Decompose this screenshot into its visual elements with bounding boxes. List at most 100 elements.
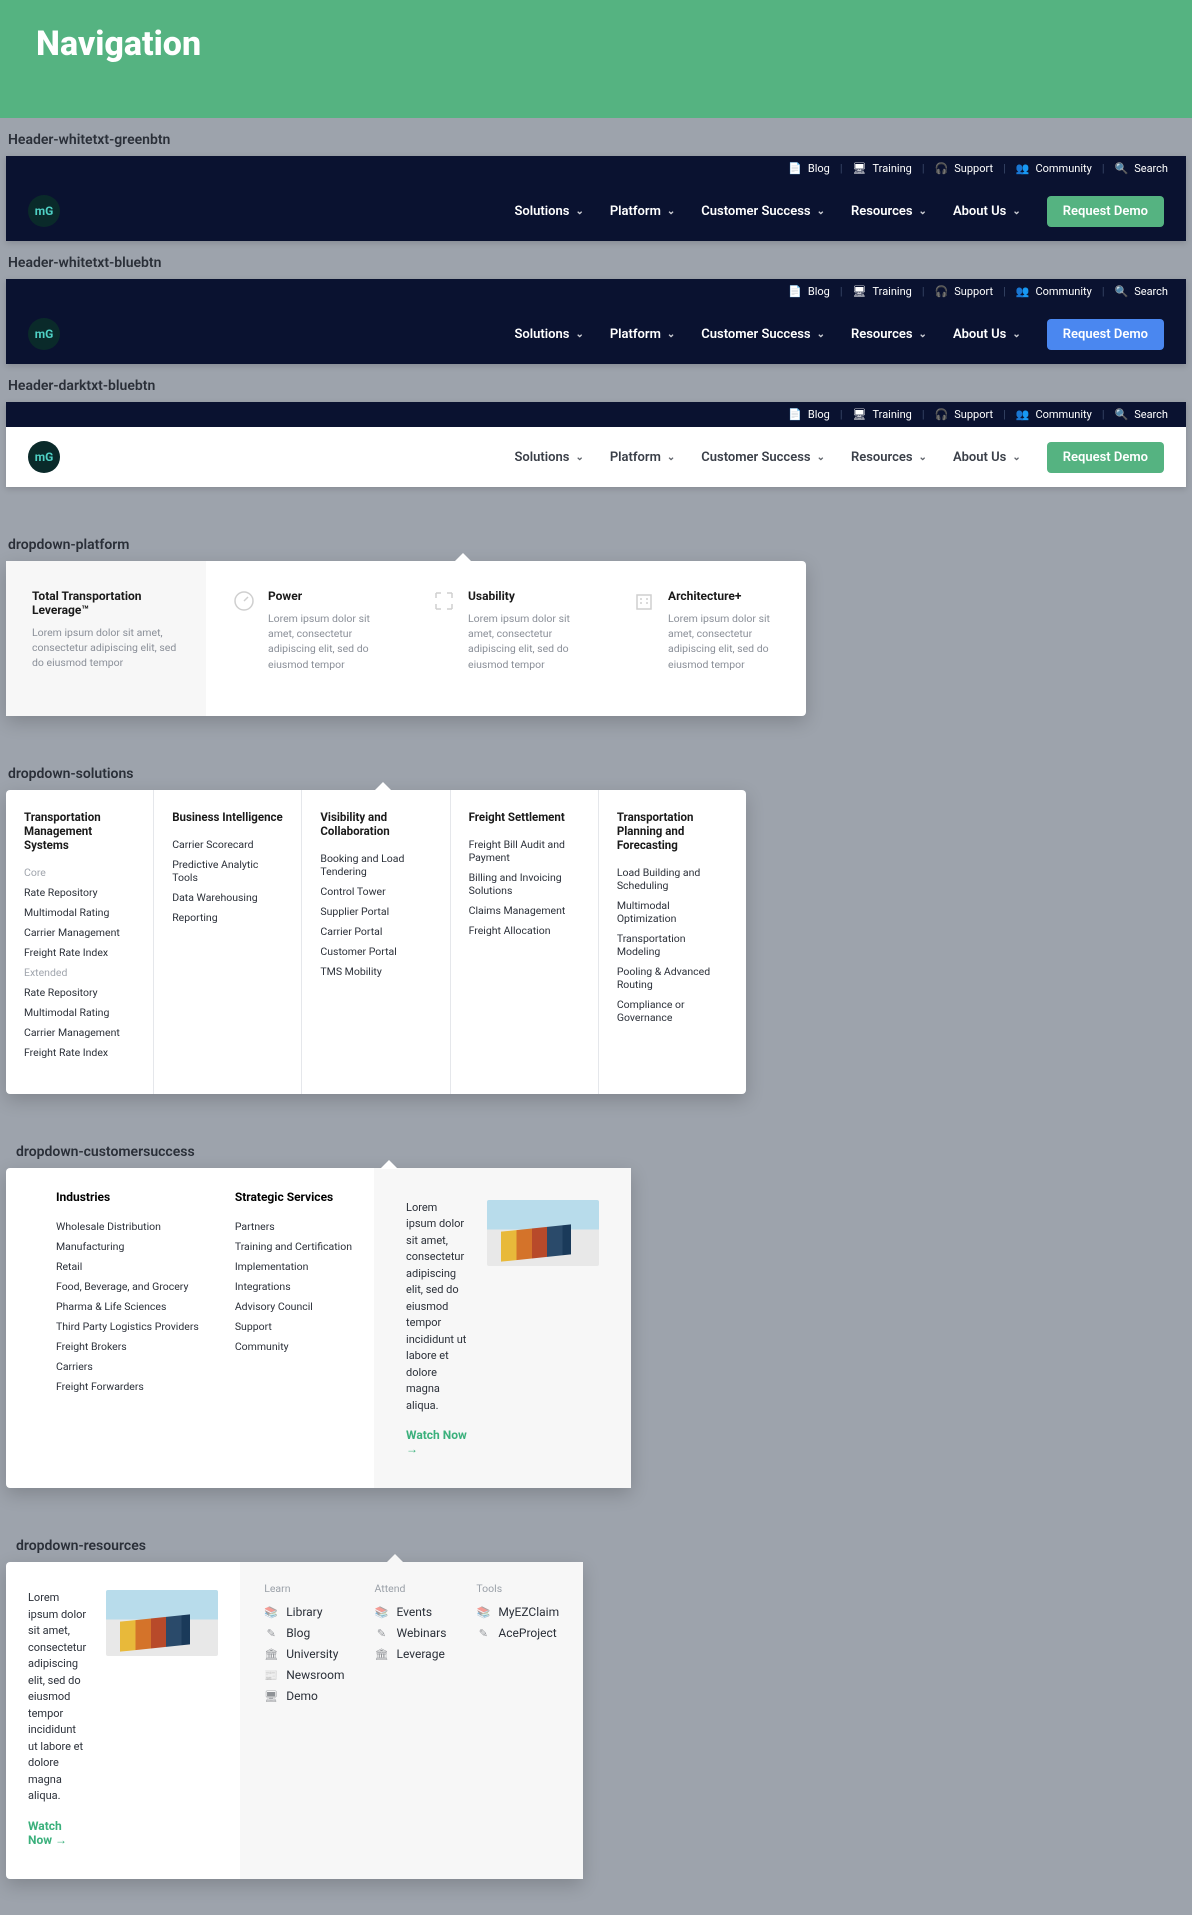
topbar-training[interactable]: 🖥Training bbox=[853, 285, 912, 298]
topbar-blog[interactable]: 📄Blog bbox=[788, 162, 830, 175]
logo[interactable]: mG bbox=[28, 195, 60, 227]
platform-item-ttl[interactable]: Total Transportation Leverage™ Lorem ips… bbox=[6, 561, 206, 716]
menu-link[interactable]: Data Warehousing bbox=[172, 891, 283, 904]
menu-link[interactable]: Freight Allocation bbox=[469, 924, 580, 937]
menu-link[interactable]: Rate Repository bbox=[24, 886, 135, 899]
res-columns: Learn 📚Library✎Blog🏛University📰Newsroom🖥… bbox=[240, 1562, 583, 1879]
nav-about[interactable]: About Us⌄ bbox=[953, 204, 1021, 219]
menu-link[interactable]: Reporting bbox=[172, 911, 283, 924]
menu-link[interactable]: Multimodal Rating bbox=[24, 1006, 135, 1019]
menu-link[interactable]: Carrier Management bbox=[24, 926, 135, 939]
topbar-support[interactable]: 🎧Support bbox=[935, 408, 994, 421]
menu-link[interactable]: Transportation Modeling bbox=[617, 932, 728, 958]
menu-link[interactable]: Partners bbox=[235, 1220, 352, 1233]
nav-customer-success[interactable]: Customer Success⌄ bbox=[701, 327, 825, 342]
menu-link[interactable]: Compliance or Governance bbox=[617, 998, 728, 1024]
nav-solutions[interactable]: Solutions⌄ bbox=[514, 450, 583, 465]
menu-link[interactable]: Predictive Analytic Tools bbox=[172, 858, 283, 884]
menu-link[interactable]: ✎Blog bbox=[264, 1626, 344, 1640]
nav-links: Solutions⌄ Platform⌄ Customer Success⌄ R… bbox=[514, 442, 1164, 473]
menu-link[interactable]: 📚Library bbox=[264, 1605, 344, 1619]
menu-link[interactable]: TMS Mobility bbox=[320, 965, 431, 978]
menu-link[interactable]: 🏛University bbox=[264, 1647, 344, 1661]
menu-link[interactable]: Supplier Portal bbox=[320, 905, 431, 918]
menu-link[interactable]: Carriers bbox=[56, 1360, 199, 1373]
menu-link[interactable]: Carrier Portal bbox=[320, 925, 431, 938]
topbar-training[interactable]: 🖥Training bbox=[853, 408, 912, 421]
menu-link[interactable]: Billing and Invoicing Solutions bbox=[469, 871, 580, 897]
topbar-support[interactable]: 🎧Support bbox=[935, 285, 994, 298]
menu-link[interactable]: 📚MyEZClaim bbox=[476, 1605, 559, 1619]
platform-item-usability[interactable]: Usability Lorem ipsum dolor sit amet, co… bbox=[406, 561, 606, 716]
menu-link[interactable]: Carrier Management bbox=[24, 1026, 135, 1039]
request-demo-button[interactable]: Request Demo bbox=[1047, 319, 1164, 350]
topbar-search[interactable]: 🔍Search bbox=[1115, 162, 1169, 175]
menu-link[interactable]: Retail bbox=[56, 1260, 199, 1273]
topbar-support[interactable]: 🎧Support bbox=[935, 162, 994, 175]
menu-link[interactable]: Integrations bbox=[235, 1280, 352, 1293]
nav-resources[interactable]: Resources⌄ bbox=[851, 204, 927, 219]
menu-link[interactable]: Food, Beverage, and Grocery bbox=[56, 1280, 199, 1293]
menu-link[interactable]: Freight Bill Audit and Payment bbox=[469, 838, 580, 864]
menu-link[interactable]: Booking and Load Tendering bbox=[320, 852, 431, 878]
topbar-blog[interactable]: 📄Blog bbox=[788, 408, 830, 421]
nav-solutions[interactable]: Solutions⌄ bbox=[514, 204, 583, 219]
menu-link[interactable]: 📚Events bbox=[375, 1605, 447, 1619]
dropdown-resources: Lorem ipsum dolor sit amet, consectetur … bbox=[6, 1562, 582, 1879]
menu-link[interactable]: 🖥Demo bbox=[264, 1689, 344, 1703]
menu-link[interactable]: Carrier Scorecard bbox=[172, 838, 283, 851]
nav-platform[interactable]: Platform⌄ bbox=[610, 327, 675, 342]
menu-link[interactable]: Rate Repository bbox=[24, 986, 135, 999]
menu-link[interactable]: Manufacturing bbox=[56, 1240, 199, 1253]
menu-link[interactable]: 🏛Leverage bbox=[375, 1647, 447, 1661]
menu-link[interactable]: Support bbox=[235, 1320, 352, 1333]
menu-link[interactable]: Implementation bbox=[235, 1260, 352, 1273]
menu-link[interactable]: Pharma & Life Sciences bbox=[56, 1300, 199, 1313]
menu-link[interactable]: Customer Portal bbox=[320, 945, 431, 958]
menu-link[interactable]: Third Party Logistics Providers bbox=[56, 1320, 199, 1333]
menu-link[interactable]: ✎AceProject bbox=[476, 1626, 559, 1640]
watch-now-link[interactable]: Watch Now → bbox=[28, 1819, 86, 1847]
menu-link[interactable]: 📰Newsroom bbox=[264, 1668, 344, 1682]
nav-solutions[interactable]: Solutions⌄ bbox=[514, 327, 583, 342]
topbar-community[interactable]: 👥Community bbox=[1016, 162, 1092, 175]
nav-about[interactable]: About Us⌄ bbox=[953, 327, 1021, 342]
menu-link[interactable]: Load Building and Scheduling bbox=[617, 866, 728, 892]
menu-link[interactable]: Training and Certification bbox=[235, 1240, 352, 1253]
menu-link[interactable]: Wholesale Distribution bbox=[56, 1220, 199, 1233]
menu-link[interactable]: Multimodal Optimization bbox=[617, 899, 728, 925]
nav-platform[interactable]: Platform⌄ bbox=[610, 450, 675, 465]
request-demo-button[interactable]: Request Demo bbox=[1047, 196, 1164, 227]
nav-customer-success[interactable]: Customer Success⌄ bbox=[701, 204, 825, 219]
nav-platform[interactable]: Platform⌄ bbox=[610, 204, 675, 219]
nav-resources[interactable]: Resources⌄ bbox=[851, 327, 927, 342]
menu-link[interactable]: Freight Brokers bbox=[56, 1340, 199, 1353]
promo-thumbnail[interactable] bbox=[487, 1200, 599, 1266]
menu-link[interactable]: Freight Rate Index bbox=[24, 946, 135, 959]
menu-link[interactable]: Pooling & Advanced Routing bbox=[617, 965, 728, 991]
menu-link[interactable]: ✎Webinars bbox=[375, 1626, 447, 1640]
request-demo-button[interactable]: Request Demo bbox=[1047, 442, 1164, 473]
topbar-training[interactable]: 🖥Training bbox=[853, 162, 912, 175]
topbar-search[interactable]: 🔍Search bbox=[1115, 408, 1169, 421]
logo[interactable]: mG bbox=[28, 318, 60, 350]
menu-link[interactable]: Community bbox=[235, 1340, 352, 1353]
menu-link[interactable]: Multimodal Rating bbox=[24, 906, 135, 919]
nav-resources[interactable]: Resources⌄ bbox=[851, 450, 927, 465]
promo-thumbnail[interactable] bbox=[106, 1590, 218, 1656]
topbar-search[interactable]: 🔍Search bbox=[1115, 285, 1169, 298]
menu-link[interactable]: Control Tower bbox=[320, 885, 431, 898]
menu-link[interactable]: Advisory Council bbox=[235, 1300, 352, 1313]
menu-link[interactable]: Freight Rate Index bbox=[24, 1046, 135, 1059]
topbar-blog[interactable]: 📄Blog bbox=[788, 285, 830, 298]
topbar-community[interactable]: 👥Community bbox=[1016, 285, 1092, 298]
menu-link[interactable]: Claims Management bbox=[469, 904, 580, 917]
watch-now-link[interactable]: Watch Now → bbox=[406, 1428, 467, 1456]
nav-customer-success[interactable]: Customer Success⌄ bbox=[701, 450, 825, 465]
platform-item-power[interactable]: Power Lorem ipsum dolor sit amet, consec… bbox=[206, 561, 406, 716]
platform-item-architecture[interactable]: Architecture+ Lorem ipsum dolor sit amet… bbox=[606, 561, 806, 716]
menu-link[interactable]: Freight Forwarders bbox=[56, 1380, 199, 1393]
topbar-community[interactable]: 👥Community bbox=[1016, 408, 1092, 421]
logo[interactable]: mG bbox=[28, 441, 60, 473]
nav-about[interactable]: About Us⌄ bbox=[953, 450, 1021, 465]
